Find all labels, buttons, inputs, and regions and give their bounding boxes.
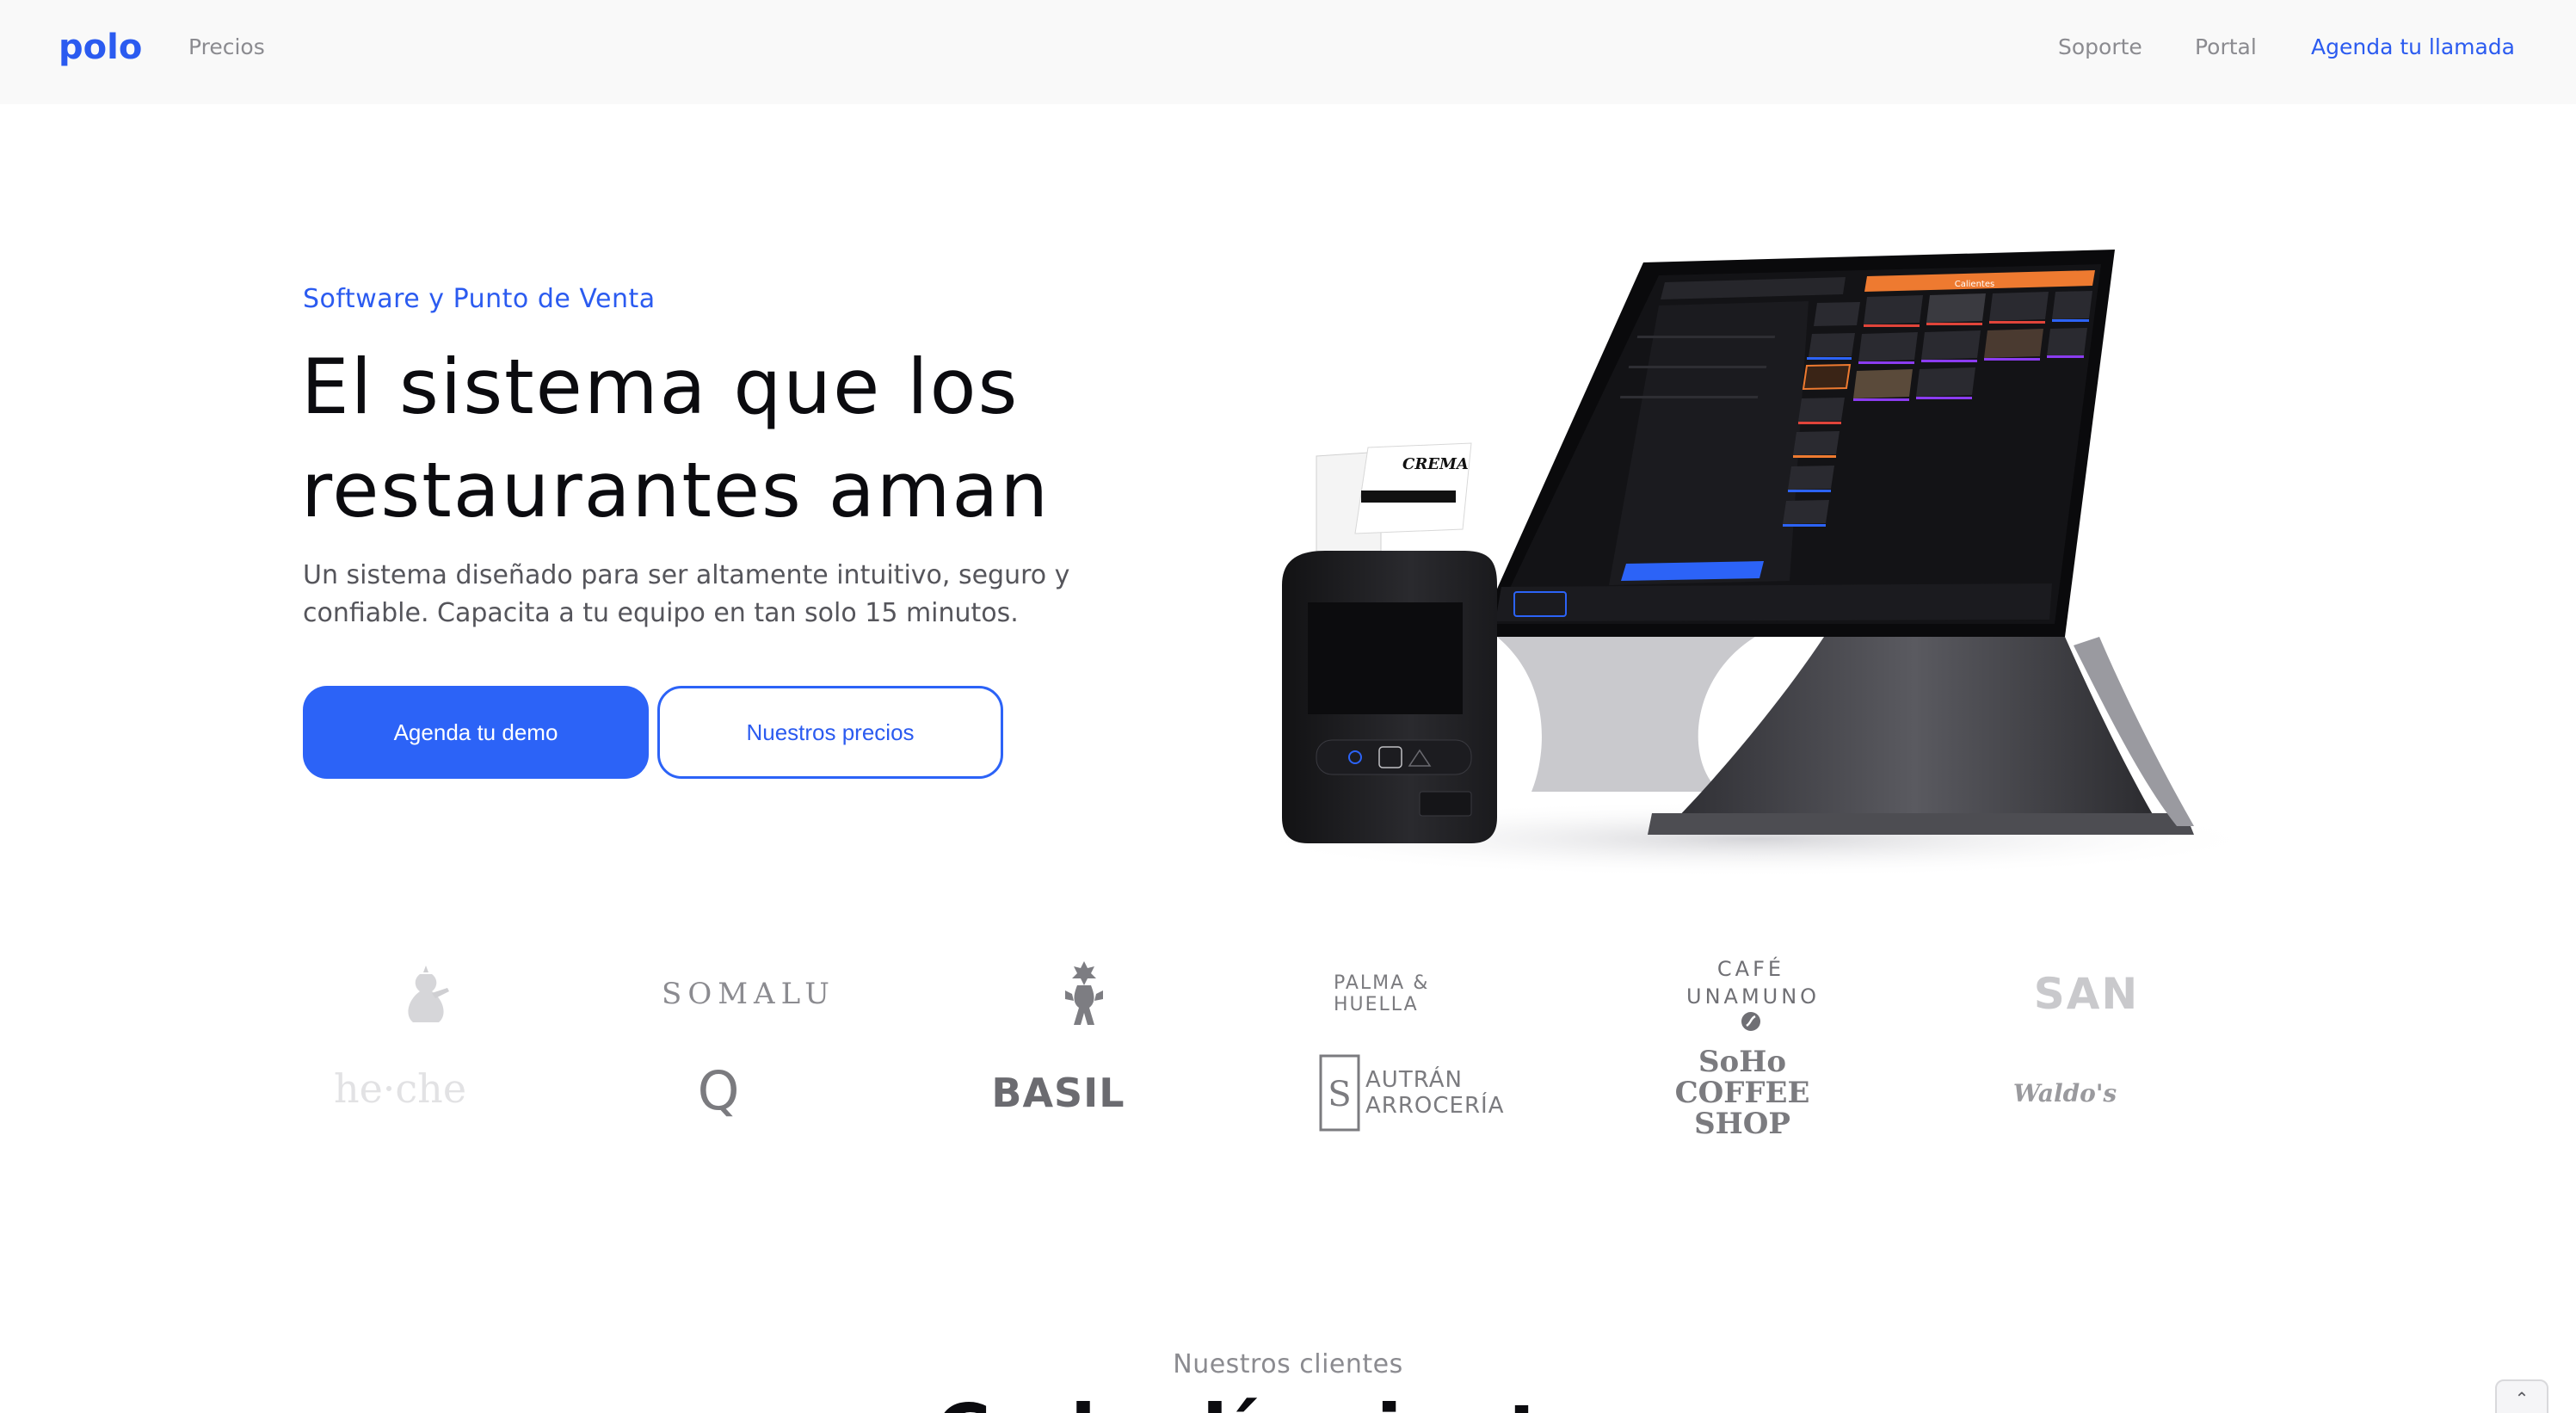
polo-logo[interactable]: polo	[59, 28, 142, 67]
nav-link-soporte[interactable]: Soporte	[2058, 34, 2142, 59]
client-logo-somalu: SOMALU	[662, 977, 835, 1011]
terminal-screen: Calientes	[1476, 250, 2115, 637]
coffee-pot-icon	[408, 965, 449, 1022]
hero-headline-line-2: restaurantes aman	[301, 446, 1051, 534]
clients-section-label: Nuestros clientes	[1173, 1349, 1403, 1379]
hero-headline: El sistema que los restaurantes aman	[301, 336, 1213, 542]
hero-headline-line-1: El sistema que los	[301, 342, 1020, 431]
client-logo-basil: BASIL	[991, 1070, 1125, 1116]
hero-subtitle: Un sistema diseñado para ser altamente i…	[303, 560, 1070, 628]
client-logos-strip: SOMALU PALMA & HUELLA CAFÉ UNAMUNO SAN h…	[301, 951, 2237, 1149]
client-logo-palma-huella: PALMA & HUELLA	[1334, 972, 1430, 1015]
client-logo-q: Q	[697, 1059, 740, 1122]
nav-link-agenda-llamada[interactable]: Agenda tu llamada	[2311, 34, 2515, 59]
receipt-printer: CREMA	[1282, 442, 1497, 843]
hero-eyebrow: Software y Punto de Venta	[303, 284, 656, 314]
receipt-brand: CREMA	[1402, 455, 1469, 473]
svg-text:S: S	[1328, 1075, 1351, 1114]
top-nav: polo Precios Soporte Portal Agenda tu ll…	[0, 0, 2576, 104]
nav-link-portal[interactable]: Portal	[2195, 34, 2257, 59]
pos-device-illustration: Calientes CREMA	[1239, 250, 2263, 878]
client-logo-waldos: Waldo's	[2012, 1078, 2117, 1108]
screen-category-label: Calientes	[1955, 280, 1994, 289]
client-logo-san: SAN	[2033, 969, 2140, 1019]
nav-link-precios[interactable]: Precios	[188, 34, 265, 59]
coffee-bean-icon	[1741, 1012, 1760, 1031]
client-logo-cafe-unamuno: CAFÉ UNAMUNO	[1678, 951, 1824, 1037]
client-logo-soho: SoHo COFFEE SHOP	[1674, 1045, 1810, 1141]
client-logo-cafe-pot	[379, 959, 473, 1028]
clients-section-heading: Cada día cientos	[0, 1390, 2576, 1413]
nuestros-precios-button[interactable]: Nuestros precios	[657, 686, 1003, 779]
client-logo-autran: S AUTRÁN ARROCERÍA	[1312, 1050, 1519, 1136]
cactus-figure-icon	[1065, 961, 1103, 1025]
scroll-to-top-button[interactable]: ⌃	[2495, 1379, 2548, 1413]
agenda-demo-button[interactable]: Agenda tu demo	[303, 686, 649, 779]
client-logo-heche: he·che	[333, 1065, 467, 1112]
client-logo-cactus	[1050, 955, 1119, 1033]
autran-monogram-icon: S	[1319, 1054, 1360, 1132]
chevron-up-icon: ⌃	[2514, 1388, 2530, 1409]
